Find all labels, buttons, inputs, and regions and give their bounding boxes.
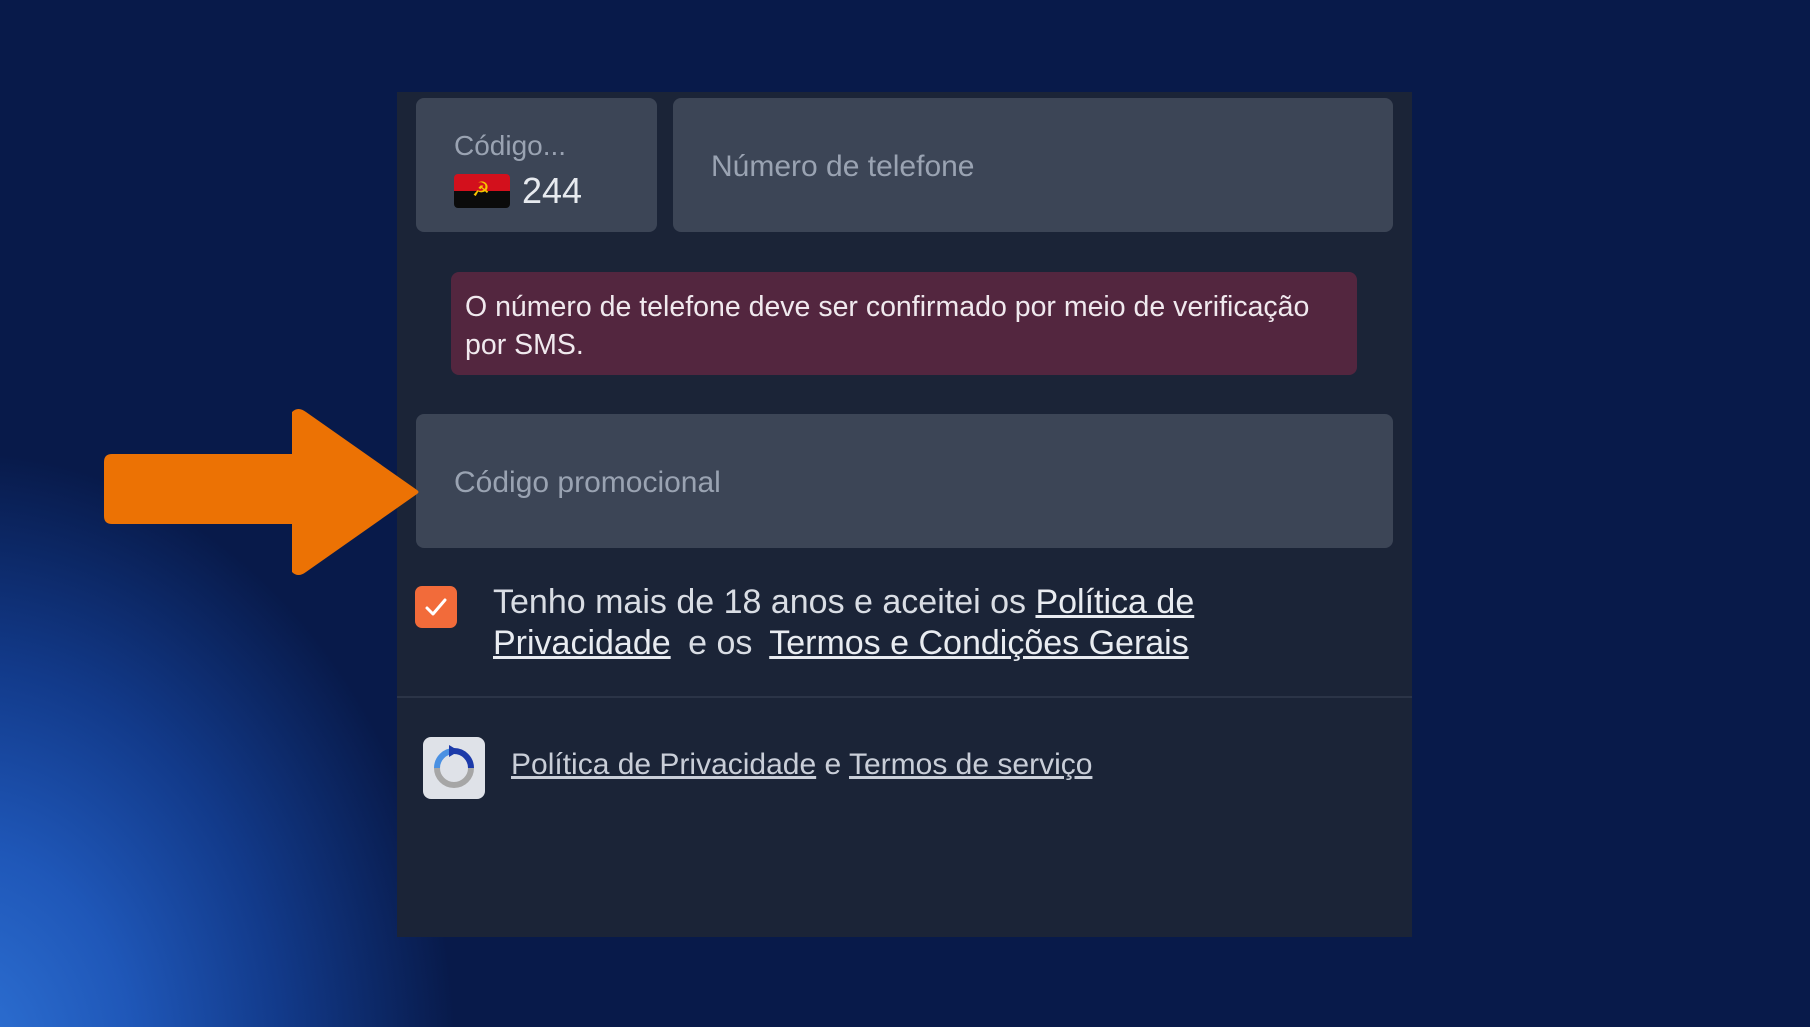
consent-text-middle: e os	[688, 624, 753, 662]
promo-code-placeholder: Código promocional	[454, 466, 721, 499]
country-code-selector[interactable]: Código... ☭ 244	[416, 98, 657, 232]
country-code-label: Código...	[454, 130, 567, 161]
consent-text-before: Tenho mais de 18 anos e aceitei os	[493, 583, 1027, 621]
recaptcha-privacy-link[interactable]: Política de Privacidade	[511, 748, 816, 781]
age-consent-checkbox[interactable]	[415, 586, 457, 628]
arrow-right-icon	[104, 409, 419, 575]
terms-conditions-link[interactable]: Termos e Condições Gerais	[769, 624, 1189, 662]
registration-form-panel: Código... ☭ 244 Número de telefone O núm…	[397, 92, 1412, 937]
divider	[397, 696, 1412, 698]
angola-flag-icon: ☭	[454, 174, 510, 208]
checkmark-icon	[425, 598, 447, 616]
recaptcha-terms-link[interactable]: Termos de serviço	[849, 748, 1092, 781]
promo-code-input[interactable]: Código promocional	[416, 414, 1393, 548]
consent-text: Tenho mais de 18 anos e aceitei os Polít…	[493, 582, 1373, 664]
sms-verification-notice: O número de telefone deve ser confirmado…	[451, 272, 1357, 375]
recaptcha-links: Política de Privacidade e Termos de serv…	[511, 748, 1092, 782]
phone-number-placeholder: Número de telefone	[711, 150, 975, 183]
phone-number-input[interactable]: Número de telefone	[673, 98, 1393, 232]
country-code-value: 244	[522, 170, 583, 211]
recaptcha-separator: e	[824, 748, 842, 781]
recaptcha-icon	[423, 737, 485, 799]
